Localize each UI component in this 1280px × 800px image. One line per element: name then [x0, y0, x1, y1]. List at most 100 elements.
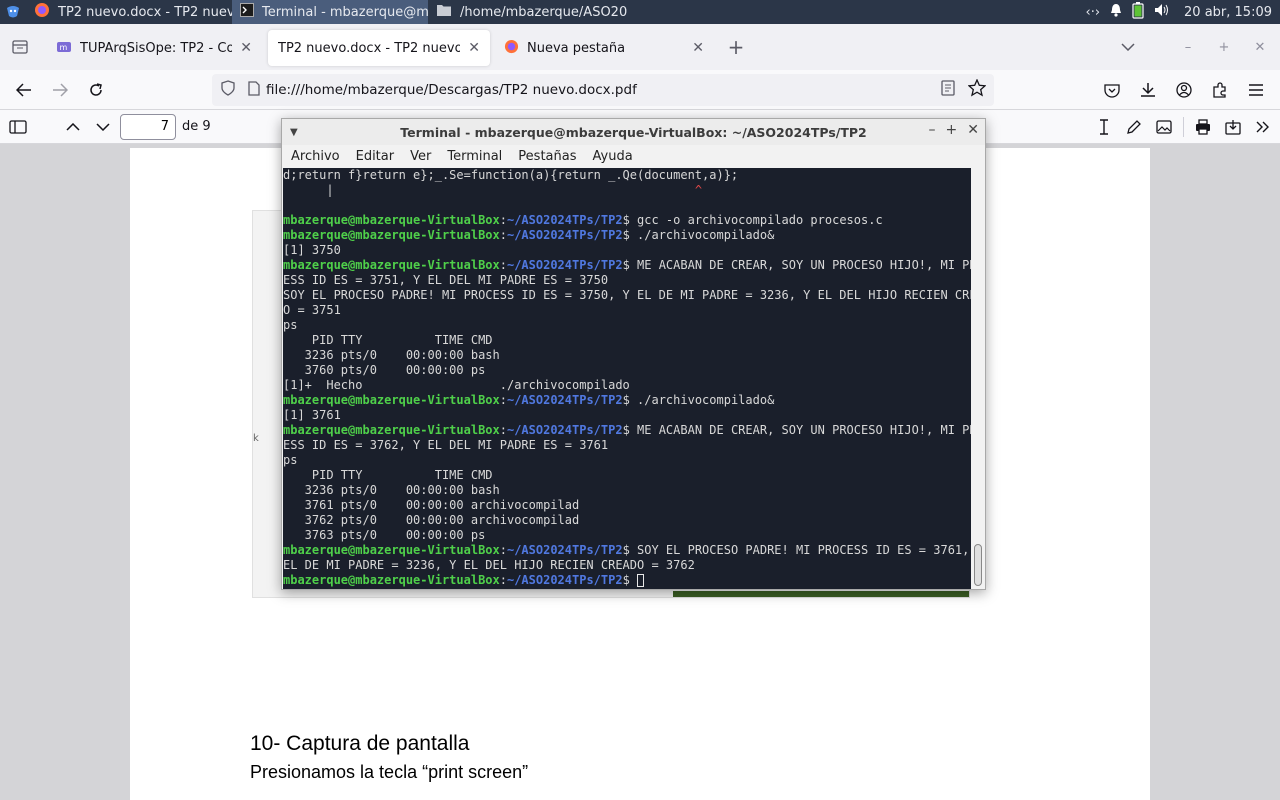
- terminal-line: [1] 3750: [283, 243, 971, 258]
- volume-icon[interactable]: [1154, 3, 1170, 21]
- page-number-input[interactable]: [120, 113, 176, 140]
- prompt-user-host: mbazerque@mbazerque-VirtualBox: [283, 423, 500, 437]
- downloads-icon[interactable]: [1130, 74, 1166, 106]
- menu-terminal[interactable]: Terminal: [447, 149, 502, 164]
- terminal-line: PID TTY TIME CMD: [283, 468, 971, 483]
- tab-label: TP2 nuevo.docx - TP2 nuevo.docx: [278, 40, 461, 56]
- close-window-icon[interactable]: ✕: [1242, 31, 1278, 63]
- terminal-line: SOY EL PROCESO PADRE! MI PROCESS ID ES =…: [283, 288, 971, 303]
- output-text: [1] 3750: [283, 243, 341, 257]
- output-text: O = 3751: [283, 303, 341, 317]
- terminal-line: ps: [283, 318, 971, 333]
- sidebar-toggle-icon[interactable]: [0, 111, 36, 143]
- save-download-icon[interactable]: [1218, 111, 1248, 143]
- menu-ver[interactable]: Ver: [410, 149, 431, 164]
- terminal-line: [1] 3761: [283, 408, 971, 423]
- whisker-menu-icon[interactable]: [0, 0, 26, 24]
- browser-tab[interactable]: Nueva pestaña ✕: [494, 30, 714, 66]
- terminal-line: mbazerque@mbazerque-VirtualBox:~/ASO2024…: [283, 258, 971, 273]
- minimize-window-icon[interactable]: –: [1170, 31, 1206, 63]
- terminal-line: ESS ID ES = 3751, Y EL DEL MI PADRE ES =…: [283, 273, 971, 288]
- prompt-user-host: mbazerque@mbazerque-VirtualBox: [283, 573, 500, 587]
- firefox-view-icon[interactable]: [2, 31, 38, 63]
- clock[interactable]: 20 abr, 15:09: [1184, 5, 1272, 20]
- prompt-path: ~/ASO2024TPs/TP2: [506, 423, 623, 437]
- command-text: ./archivocompilado&: [637, 228, 775, 242]
- browser-tab-active[interactable]: TP2 nuevo.docx - TP2 nuevo.docx ✕: [268, 30, 490, 66]
- folder-icon: [436, 3, 452, 21]
- add-image-icon[interactable]: [1149, 111, 1179, 143]
- account-icon[interactable]: [1166, 74, 1202, 106]
- reader-view-icon[interactable]: [940, 80, 956, 100]
- more-tools-chevron-icon[interactable]: [1248, 111, 1278, 143]
- minimize-icon[interactable]: –: [929, 122, 936, 138]
- terminal-line: EL DE MI PADRE = 3236, Y EL DEL HIJO REC…: [283, 558, 971, 573]
- terminal-window[interactable]: ▼ Terminal - mbazerque@mbazerque-Virtual…: [281, 118, 986, 590]
- print-icon[interactable]: [1188, 111, 1218, 143]
- bookmark-star-icon[interactable]: [967, 78, 987, 101]
- hamburger-menu-icon[interactable]: [1238, 74, 1274, 106]
- close-icon[interactable]: ✕: [967, 122, 979, 138]
- terminal-line: ps: [283, 453, 971, 468]
- prompt-user-host: mbazerque@mbazerque-VirtualBox: [283, 213, 500, 227]
- command-text: ME ACABAN DE CREAR, SOY UN PROCESO HIJO!…: [637, 258, 971, 272]
- close-tab-icon[interactable]: ✕: [468, 40, 480, 56]
- output-text: ESS ID ES = 3762, Y EL DEL MI PADRE ES =…: [283, 438, 609, 452]
- terminal-line: 3763 pts/0 00:00:00 ps: [283, 528, 971, 543]
- output-text: PID TTY TIME CMD: [283, 333, 493, 347]
- command-text: ./archivocompilado&: [637, 393, 775, 407]
- menu-pestanas[interactable]: Pestañas: [518, 149, 576, 164]
- output-text: [1]+ Hecho ./archivocompilado: [283, 378, 630, 392]
- menu-ayuda[interactable]: Ayuda: [593, 149, 633, 164]
- terminal-line: mbazerque@mbazerque-VirtualBox:~/ASO2024…: [283, 423, 971, 438]
- taskbar-item-firefox[interactable]: TP2 nuevo.docx - TP2 nuevo....: [26, 0, 232, 24]
- terminal-screen[interactable]: d;return f}return e};_.Se=function(a){re…: [283, 168, 971, 589]
- extensions-puzzle-icon[interactable]: [1202, 74, 1238, 106]
- pocket-icon[interactable]: [1094, 74, 1130, 106]
- taskbar-item-terminal[interactable]: Terminal - mbazerque@mb...: [232, 0, 428, 24]
- svg-text:m: m: [60, 43, 68, 52]
- next-page-chevron-icon[interactable]: [88, 111, 118, 143]
- error-caret: ^: [694, 183, 703, 197]
- output-text: ps: [283, 453, 298, 467]
- prompt-path: ~/ASO2024TPs/TP2: [506, 543, 623, 557]
- terminal-titlebar[interactable]: ▼ Terminal - mbazerque@mbazerque-Virtual…: [282, 119, 985, 145]
- terminal-line: | ^: [283, 183, 971, 198]
- network-icon[interactable]: ‹·›: [1086, 5, 1101, 20]
- reload-icon[interactable]: [78, 74, 114, 106]
- terminal-line: PID TTY TIME CMD: [283, 333, 971, 348]
- back-arrow-icon[interactable]: [6, 74, 42, 106]
- url-bar[interactable]: file:///home/mbazerque/Descargas/TP2 nue…: [212, 74, 994, 106]
- text-cursor-icon[interactable]: [1089, 111, 1119, 143]
- terminal-line: mbazerque@mbazerque-VirtualBox:~/ASO2024…: [283, 573, 971, 588]
- taskbar-item-file-manager[interactable]: /home/mbazerque/ASO202...: [428, 0, 628, 24]
- output-text: |: [283, 183, 334, 197]
- terminal-scrollbar[interactable]: [971, 168, 985, 589]
- browser-tab[interactable]: m TUPArqSisOpe: TP2 - Comisió ✕: [46, 30, 262, 66]
- close-tab-icon[interactable]: ✕: [692, 40, 704, 56]
- menu-archivo[interactable]: Archivo: [291, 149, 340, 164]
- firefox-icon: [34, 2, 50, 22]
- output-text: 3760 pts/0 00:00:00 ps: [283, 363, 486, 377]
- shield-icon[interactable]: [220, 80, 236, 100]
- command-text: SOY EL PROCESO PADRE! MI PROCESS ID ES =…: [637, 543, 971, 557]
- prompt-user-host: mbazerque@mbazerque-VirtualBox: [283, 543, 500, 557]
- close-tab-icon[interactable]: ✕: [240, 40, 252, 56]
- list-all-tabs-chevron-icon[interactable]: [1110, 31, 1146, 63]
- notification-bell-icon[interactable]: [1110, 3, 1122, 21]
- menu-editar[interactable]: Editar: [356, 149, 395, 164]
- previous-page-chevron-icon[interactable]: [58, 111, 88, 143]
- maximize-window-icon[interactable]: +: [1206, 31, 1242, 63]
- battery-icon[interactable]: [1132, 1, 1144, 23]
- draw-pen-icon[interactable]: [1119, 111, 1149, 143]
- forward-arrow-icon[interactable]: [42, 74, 78, 106]
- navigation-toolbar: file:///home/mbazerque/Descargas/TP2 nue…: [0, 70, 1280, 110]
- page-icon[interactable]: [248, 80, 260, 100]
- url-text[interactable]: file:///home/mbazerque/Descargas/TP2 nue…: [266, 82, 637, 98]
- taskbar-item-label: Terminal - mbazerque@mb...: [262, 4, 428, 20]
- new-tab-button[interactable]: +: [718, 31, 754, 63]
- output-text: 3761 pts/0 00:00:00 archivocompilad: [283, 498, 580, 512]
- maximize-icon[interactable]: +: [946, 122, 958, 138]
- scrollbar-thumb[interactable]: [974, 544, 982, 586]
- prompt-path: ~/ASO2024TPs/TP2: [506, 258, 623, 272]
